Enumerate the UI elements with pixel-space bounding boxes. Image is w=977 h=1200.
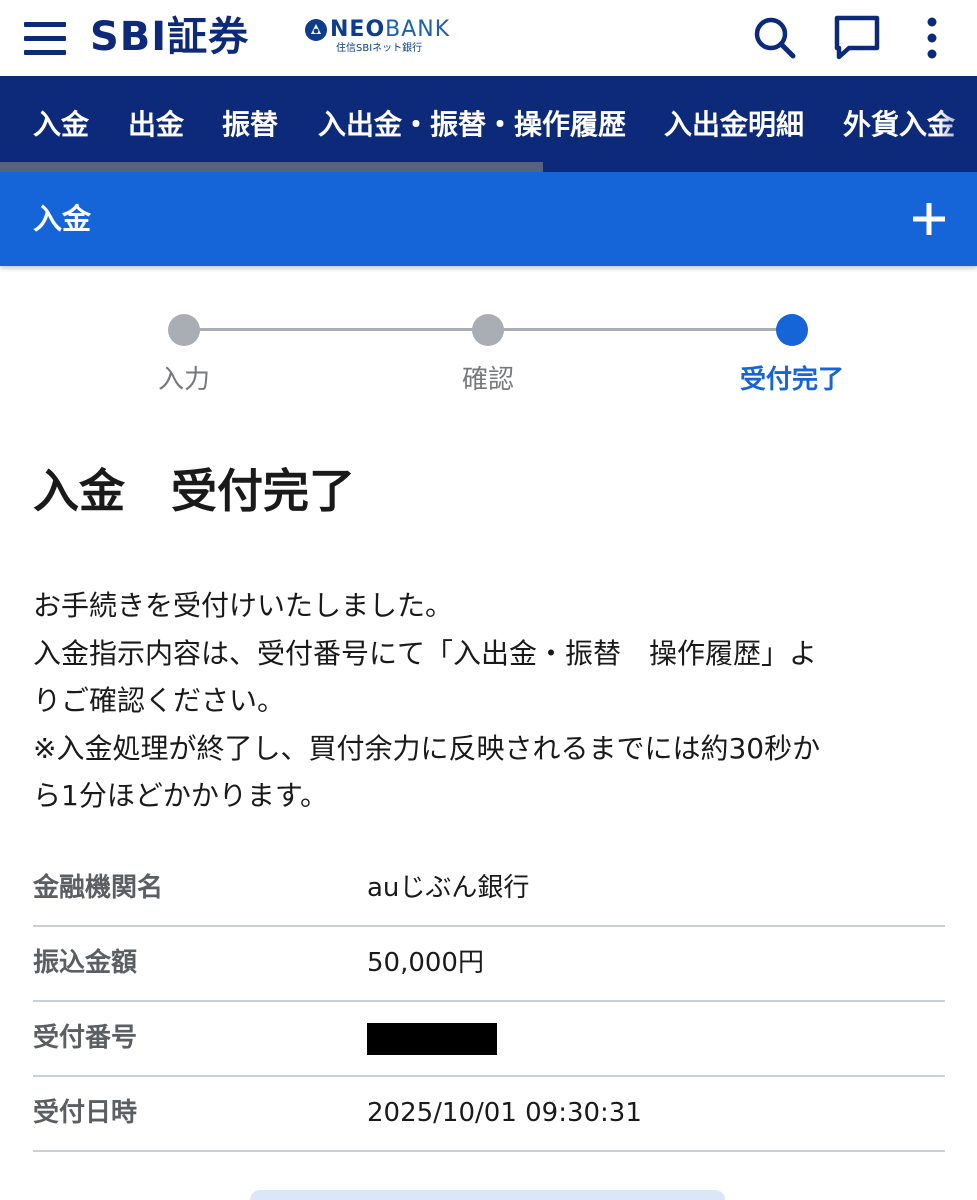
accordion-title: 入金 — [33, 202, 92, 236]
tab-withdrawal[interactable]: 出金 — [128, 76, 184, 170]
detail-label: 振込金額 — [33, 948, 138, 978]
tab-scroll-indicator[interactable] — [0, 162, 543, 172]
bottom-button-edge[interactable] — [250, 1190, 725, 1200]
completion-message: お手続きを受付けいたしました。 入金指示内容は、受付番号にて「入出金・振替 操作… — [33, 582, 943, 820]
sbi-logo[interactable]: SBI証券 — [90, 10, 249, 64]
neobank-subtitle: 住信SBIネット銀行 — [336, 43, 423, 54]
more-vertical-icon[interactable] — [908, 14, 956, 62]
detail-value: auじぶん銀行 — [367, 873, 530, 903]
message-line: ※入金処理が終了し、買付余力に反映されるまでには約30秒か — [33, 731, 821, 765]
neobank-mark-icon — [305, 19, 327, 41]
step-label-input: 入力 — [157, 365, 210, 395]
detail-label: 受付日時 — [33, 1098, 138, 1128]
step-dot-input — [168, 314, 200, 346]
neobank-wordmark-light: BANK — [385, 17, 451, 42]
detail-value: 2025/10/01 09:30:31 — [367, 1098, 642, 1128]
detail-row-receipt-number: 受付番号 — [33, 1002, 945, 1077]
app-header: SBI証券 NEOBANK 住信SBIネット銀行 — [0, 0, 977, 76]
tab-history[interactable]: 入出金・振替・操作履歴 — [318, 76, 626, 170]
tab-transfer[interactable]: 振替 — [222, 76, 278, 170]
detail-row-bank: 金融機関名 auじぶん銀行 — [33, 852, 945, 927]
tab-statement[interactable]: 入出金明細 — [664, 76, 804, 170]
step-label-complete: 受付完了 — [739, 365, 844, 395]
detail-value: 50,000円 — [367, 948, 484, 978]
detail-label: 金融機関名 — [33, 873, 164, 903]
message-line: お手続きを受付けいたしました。 — [33, 589, 454, 622]
message-line: 入金指示内容は、受付番号にて「入出金・振替 操作履歴」よ — [33, 636, 818, 670]
tab-bar: 入金 出金 振替 入出金・振替・操作履歴 入出金明細 外貨入金 — [0, 76, 977, 172]
neobank-wordmark: NEOBANK — [330, 16, 450, 44]
message-line: りご確認ください。 — [33, 684, 286, 717]
menu-icon[interactable] — [24, 20, 66, 58]
page-title: 入金 受付完了 — [33, 464, 355, 518]
tab-deposit[interactable]: 入金 — [33, 76, 89, 170]
detail-row-amount: 振込金額 50,000円 — [33, 927, 945, 1002]
message-line: ら1分ほどかかります。 — [33, 779, 329, 812]
detail-label: 受付番号 — [33, 1023, 138, 1053]
chat-icon[interactable] — [833, 14, 881, 62]
neobank-logo: NEOBANK 住信SBIネット銀行 — [304, 16, 454, 58]
step-dot-complete — [776, 314, 808, 346]
neobank-wordmark-bold: NEO — [330, 17, 386, 42]
details-table: 金融機関名 auじぶん銀行 振込金額 50,000円 受付番号 受付日時 202… — [33, 852, 945, 1152]
detail-row-datetime: 受付日時 2025/10/01 09:30:31 — [33, 1077, 945, 1152]
tab-foreign-deposit[interactable]: 外貨入金 — [843, 76, 955, 170]
plus-icon[interactable] — [912, 202, 946, 236]
deposit-accordion[interactable]: 入金 — [0, 172, 977, 266]
step-dot-confirm — [472, 314, 504, 346]
step-label-confirm: 確認 — [461, 365, 514, 395]
search-icon[interactable] — [750, 14, 798, 62]
redacted-value — [367, 1023, 497, 1055]
